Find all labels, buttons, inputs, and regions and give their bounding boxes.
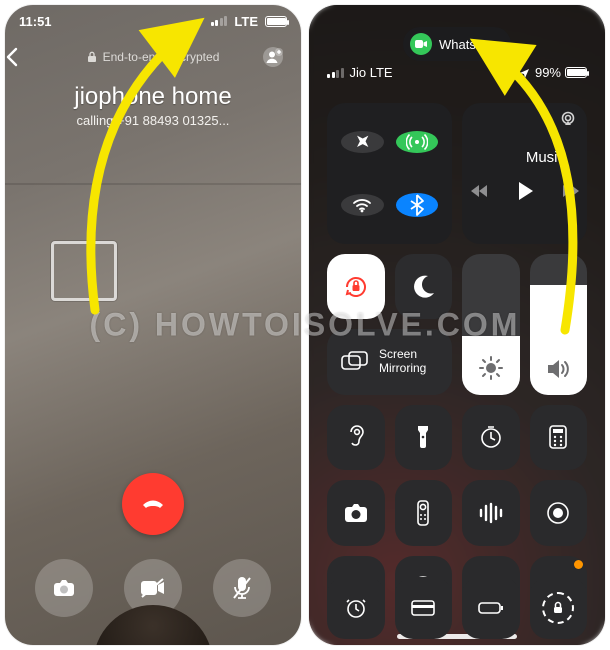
call-status: calling +91 88493 01325... (5, 113, 301, 128)
prev-icon[interactable] (469, 183, 489, 199)
flashlight-button[interactable] (395, 405, 453, 470)
brightness-icon (478, 355, 504, 381)
airplane-button[interactable] (341, 131, 384, 153)
calculator-button[interactable] (530, 405, 588, 470)
remote-icon (416, 499, 430, 527)
airplane-icon (351, 131, 373, 153)
battery-icon (477, 600, 505, 616)
mic-toggle-button[interactable] (213, 559, 271, 617)
alarm-icon (501, 66, 515, 80)
mirror-icon (341, 351, 369, 373)
low-power-button[interactable] (462, 577, 520, 639)
rotation-lock-icon (341, 272, 371, 302)
active-app-pill[interactable]: WhatsApp (403, 27, 511, 61)
video-off-icon (139, 576, 167, 600)
bluetooth-icon (407, 193, 427, 217)
rotation-lock-button[interactable] (530, 577, 588, 639)
battery-icon (265, 16, 287, 27)
mic-off-icon (231, 575, 253, 601)
record-icon (545, 500, 571, 526)
wallet-icon (410, 598, 436, 618)
screen-mirroring-label: Screen Mirroring (379, 348, 426, 376)
status-time: 11:51 (19, 14, 52, 29)
cc-battery-label: 99% (535, 65, 561, 80)
video-active-icon (410, 33, 432, 55)
timer-button[interactable] (462, 405, 520, 470)
wifi-icon (351, 194, 373, 216)
camera-icon (343, 502, 369, 524)
screen-record-button[interactable] (530, 480, 588, 545)
cellular-button[interactable] (396, 131, 439, 153)
remote-button[interactable] (395, 480, 453, 545)
hangup-button[interactable] (122, 473, 184, 535)
active-app-label: WhatsApp (439, 37, 499, 52)
badge-dot (574, 560, 583, 569)
calculator-icon (548, 424, 568, 450)
cc-carrier: Jio LTE (350, 65, 393, 80)
back-icon[interactable] (5, 47, 45, 67)
antenna-icon (406, 131, 428, 153)
camera-toggle-button[interactable] (35, 559, 93, 617)
hearing-button[interactable] (327, 405, 385, 470)
hearing-icon (344, 423, 368, 451)
soundbars-icon (477, 502, 505, 524)
phone-hangup-icon (138, 489, 168, 519)
status-carrier: LTE (234, 14, 258, 29)
play-icon[interactable] (515, 180, 535, 202)
wallet-button[interactable] (395, 577, 453, 639)
alarm-icon (344, 596, 368, 620)
music-title: Music (526, 145, 587, 166)
volume-icon (545, 357, 571, 381)
status-bar: 11:51 LTE (5, 11, 301, 31)
watermark: (C) HOWTOISOLVE.COM (0, 307, 610, 344)
call-name: jiophone home (5, 83, 301, 111)
battery-icon (565, 67, 587, 78)
connectivity-group (327, 103, 452, 244)
music-tile[interactable]: Music (462, 103, 587, 244)
camera-icon (51, 575, 77, 601)
alarm-button[interactable] (327, 577, 385, 639)
lock-icon (87, 51, 97, 63)
wifi-button[interactable] (341, 194, 384, 216)
moon-icon (409, 273, 437, 301)
airplay-icon (559, 111, 577, 127)
sound-recognition-button[interactable] (462, 480, 520, 545)
status-signal: LTE (211, 14, 287, 29)
timer-icon (478, 424, 504, 450)
location-icon (518, 66, 532, 80)
camera-button[interactable] (327, 480, 385, 545)
flashlight-icon (415, 423, 431, 451)
encryption-label: End-to-end Encrypted (45, 50, 261, 64)
cc-status-bar: Jio LTE 99% (309, 65, 605, 80)
lock-dashed-icon (542, 592, 574, 624)
next-icon[interactable] (561, 183, 581, 199)
bluetooth-button[interactable] (396, 193, 439, 217)
add-participant-icon[interactable] (261, 45, 301, 69)
